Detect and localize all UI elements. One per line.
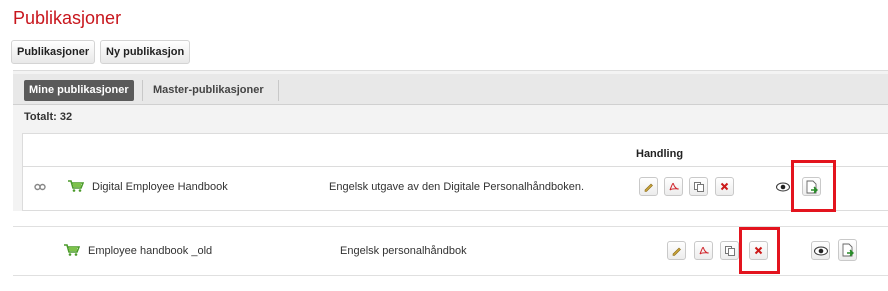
new-publication-button[interactable]: Ny publikasjon: [100, 40, 191, 64]
edit-button[interactable]: [639, 177, 658, 196]
cart-icon: [64, 244, 81, 259]
eye-icon: [813, 246, 828, 255]
publish-button[interactable]: [802, 177, 821, 196]
publication-description: Engelsk utgave av den Digitale Personalh…: [329, 181, 585, 193]
publish-icon: [842, 243, 854, 257]
total-count: Totalt: 32: [24, 111, 73, 123]
header-divider: [23, 166, 888, 167]
tab-bar: [13, 74, 888, 105]
page-title: Publikasjoner: [13, 8, 122, 28]
preview-button[interactable]: [811, 241, 830, 260]
delete-button[interactable]: [749, 241, 768, 260]
pencil-icon: [672, 247, 681, 256]
delete-icon: [720, 182, 729, 191]
publication-name[interactable]: Digital Employee Handbook: [92, 181, 228, 193]
action-column-header: Handling: [636, 148, 684, 160]
delete-icon: [754, 246, 763, 255]
edit-button[interactable]: [667, 241, 686, 260]
cart-icon: [68, 180, 85, 195]
pdf-button[interactable]: [694, 241, 713, 260]
publication-description: Engelsk personalhåndbok: [340, 245, 467, 257]
copy-button[interactable]: [689, 177, 708, 196]
publish-icon: [806, 180, 818, 193]
copy-icon: [693, 181, 704, 192]
pdf-icon: [699, 246, 709, 255]
pdf-button[interactable]: [664, 177, 683, 196]
copy-button[interactable]: [720, 241, 739, 260]
publications-button[interactable]: Publikasjoner: [11, 40, 96, 64]
tab-master-publications[interactable]: Master-publikasjoner: [148, 80, 269, 101]
publish-button[interactable]: [838, 239, 857, 261]
tab-divider: [278, 80, 279, 101]
publication-name[interactable]: Employee handbook _old: [88, 245, 212, 257]
publications-table: [22, 133, 888, 211]
eye-icon[interactable]: [776, 181, 790, 195]
link-icon[interactable]: [34, 180, 46, 194]
delete-button[interactable]: [715, 177, 734, 196]
tab-divider: [142, 80, 143, 101]
tab-my-publications[interactable]: Mine publikasjoner: [24, 80, 134, 101]
pdf-icon: [669, 182, 679, 191]
pencil-icon: [644, 183, 653, 192]
copy-icon: [724, 245, 735, 256]
